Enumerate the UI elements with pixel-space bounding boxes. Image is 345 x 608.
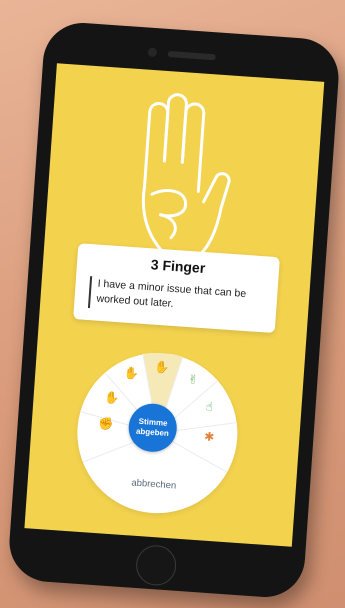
vote-info-card: 3 Finger I have a minor issue that can b…	[73, 243, 280, 334]
3-finger-icon[interactable]: ✋	[153, 359, 170, 376]
4-finger-icon[interactable]: ✋	[123, 365, 140, 382]
2-finger-icon[interactable]: ✌	[185, 371, 202, 388]
vote-wheel: ✋ ✋ ✌ ☝ ✱ ✊ ✋ Stimme abgeben abbrechen	[71, 347, 243, 519]
card-description: I have a minor issue that can be worked …	[96, 277, 247, 310]
1-finger-icon[interactable]: ☝	[201, 398, 218, 415]
app-screen: 3 Finger I have a minor issue that can b…	[24, 63, 325, 547]
fist-icon[interactable]: ✊	[97, 415, 114, 432]
phone-frame: 3 Finger I have a minor issue that can b…	[6, 20, 342, 600]
submit-vote-label-line2: abgeben	[135, 426, 170, 438]
card-accent-bar	[87, 276, 92, 309]
hands-up-icon[interactable]: ✱	[201, 428, 218, 445]
5-finger-icon[interactable]: ✋	[103, 389, 120, 406]
